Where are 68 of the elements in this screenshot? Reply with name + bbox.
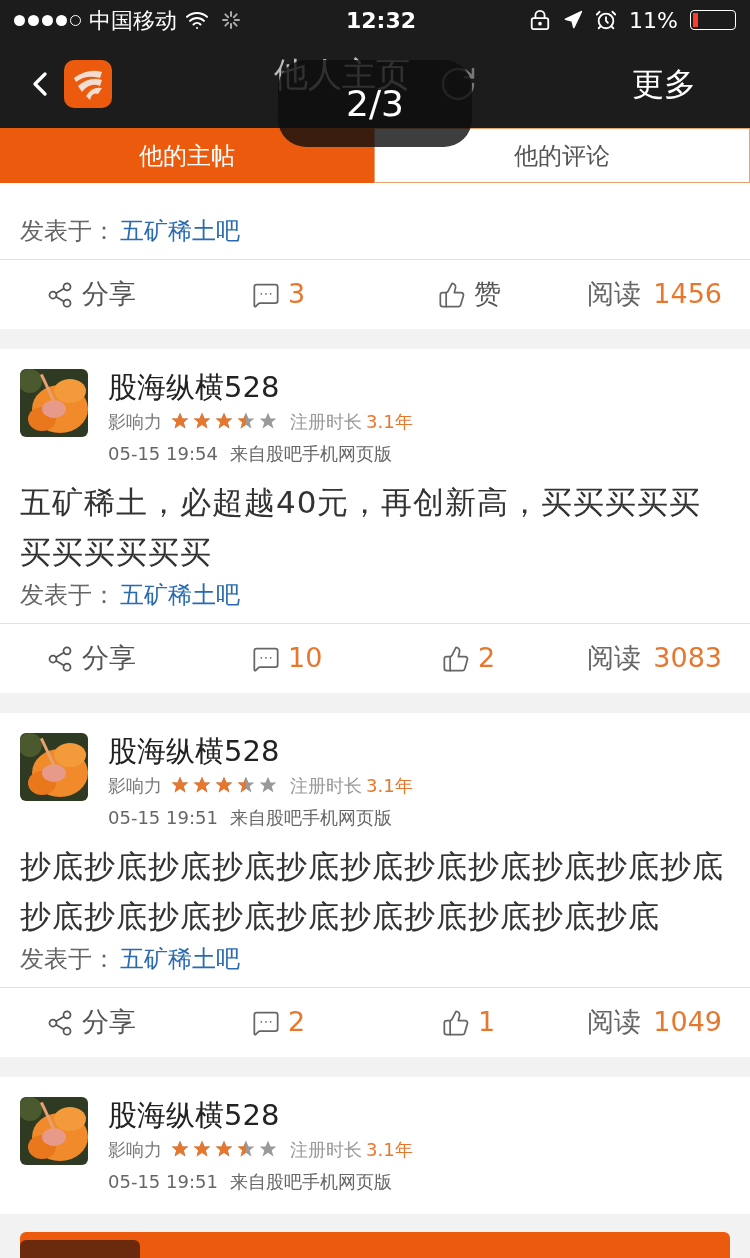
read-count: 3083 <box>653 641 722 676</box>
star-icon <box>214 411 234 431</box>
star-icon <box>214 775 234 795</box>
share-icon <box>46 280 74 309</box>
read-label: 阅读 <box>587 1005 642 1040</box>
tab[interactable]: 他的评论 <box>374 128 750 183</box>
thumbs-up-icon <box>438 280 466 309</box>
user-name[interactable]: 股海纵横528 <box>108 733 413 769</box>
star-icon <box>258 775 278 795</box>
carrier-name: 中国移动 <box>89 6 177 35</box>
influence-label: 影响力 <box>108 773 162 798</box>
registration-label: 注册时长 <box>290 409 362 434</box>
forum-link[interactable]: 五矿稀土吧 <box>120 941 240 977</box>
forum-link[interactable]: 五矿稀土吧 <box>120 213 240 249</box>
registration-label: 注册时长 <box>290 1137 362 1162</box>
location-icon <box>563 10 584 30</box>
read-count: 1049 <box>653 1005 722 1040</box>
posted-in-label: 发表于： <box>20 216 116 247</box>
battery-icon <box>690 10 736 30</box>
star-icon <box>258 411 278 431</box>
registration-years: 3.1年 <box>366 1137 413 1162</box>
registration-label: 注册时长 <box>290 773 362 798</box>
influence-label: 影响力 <box>108 1137 162 1162</box>
star-icon <box>170 1139 190 1159</box>
rotation-lock-icon <box>529 9 552 31</box>
thumbs-up-icon <box>442 644 470 673</box>
posted-in-label: 发表于： <box>20 580 116 611</box>
posted-in-label: 发表于： <box>20 944 116 975</box>
app-logo-icon[interactable] <box>64 60 112 108</box>
star-icon <box>192 411 212 431</box>
post-time: 05-15 19:54 <box>108 441 218 466</box>
star-icon <box>236 775 256 795</box>
share-button[interactable]: 分享 <box>46 638 252 679</box>
registration-years: 3.1年 <box>366 773 413 798</box>
clock-time: 12:32 <box>346 6 417 35</box>
more-button[interactable]: 更多 <box>632 60 696 108</box>
star-icon <box>192 1139 212 1159</box>
post-source: 来自股吧手机网页版 <box>229 805 392 830</box>
star-icon <box>192 775 212 795</box>
star-icon <box>236 1139 256 1159</box>
post-time: 05-15 19:51 <box>108 805 218 830</box>
forum-link[interactable]: 五矿稀土吧 <box>120 577 240 613</box>
star-icon <box>170 775 190 795</box>
spinner-icon <box>221 10 241 30</box>
share-icon <box>46 1008 74 1037</box>
user-name[interactable]: 股海纵横528 <box>108 1097 413 1133</box>
user-name[interactable]: 股海纵横528 <box>108 369 413 405</box>
influence-label: 影响力 <box>108 409 162 434</box>
share-button[interactable]: 分享 <box>46 274 252 315</box>
like-button[interactable]: 赞 <box>438 274 582 315</box>
registration-years: 3.1年 <box>366 409 413 434</box>
thumbs-up-icon <box>442 1008 470 1037</box>
post-time: 05-15 19:51 <box>108 1169 218 1194</box>
read-label: 阅读 <box>587 277 642 312</box>
read-count: 1456 <box>653 277 722 312</box>
post-source: 来自股吧手机网页版 <box>229 441 392 466</box>
star-icon <box>170 411 190 431</box>
post-content: 抄底抄底抄底抄底抄底抄底抄底抄底抄底抄底抄底抄底抄底抄底抄底抄底抄底抄底抄底抄底抄底 <box>20 847 725 936</box>
star-icon <box>214 1139 234 1159</box>
star-icon <box>258 1139 278 1159</box>
star-icon <box>236 411 256 431</box>
share-icon <box>46 644 74 673</box>
post-content: 五矿稀土，必超越40元，再创新高，买买买买买买买买买买买 <box>20 483 703 572</box>
battery-percent: 11% <box>629 6 678 35</box>
read-label: 阅读 <box>587 641 642 676</box>
alarm-icon <box>595 9 618 31</box>
share-button[interactable]: 分享 <box>46 1002 252 1043</box>
post-source: 来自股吧手机网页版 <box>229 1169 392 1194</box>
